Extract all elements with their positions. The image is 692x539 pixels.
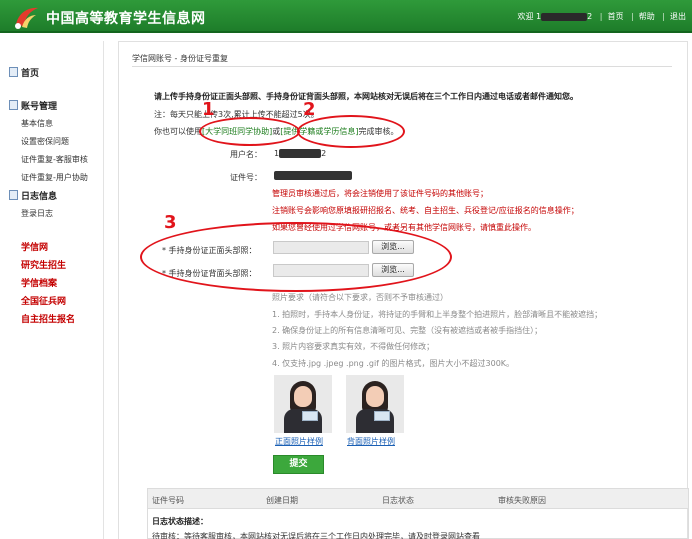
submit-button[interactable]: 提交	[273, 455, 324, 474]
sidebar-home[interactable]: 首页	[9, 66, 39, 79]
back-sample-link[interactable]: 背面照片样例	[347, 436, 395, 447]
sidebar-item-login-log[interactable]: 登录日志	[21, 208, 53, 219]
top-header: 中国高等教育学生信息网 欢迎 12 | 首页 | 帮助 | 退出	[0, 0, 692, 33]
front-sample-photo	[274, 375, 332, 433]
site-title[interactable]: 中国高等教育学生信息网	[46, 8, 206, 28]
masked-username	[541, 12, 588, 21]
front-sample-link[interactable]: 正面照片样例	[275, 436, 323, 447]
sidebar-item-security-question[interactable]: 设置密保问题	[21, 136, 69, 147]
sidebar-link-chsi[interactable]: 学信网	[21, 240, 48, 253]
sidebar-link-independent[interactable]: 自主招生报名	[21, 312, 75, 325]
sidebar-link-recruit[interactable]: 全国征兵网	[21, 294, 66, 307]
requirement-1: 1. 拍照时，手持本人身份证，将持证的手臂和上半身整个拍进照片，脸部清晰且不能被…	[272, 310, 603, 319]
username-label: 用户名：	[230, 150, 262, 159]
col-log-status: 日志状态	[382, 496, 414, 505]
back-sample-photo	[346, 375, 404, 433]
status-description: 待审核：等待客服审核，本网站核对无误后将在三个工作日内处理完毕，请及时登录网站查…	[152, 532, 480, 539]
site-logo-icon	[15, 7, 38, 29]
masked-username	[279, 149, 322, 158]
book-icon	[9, 67, 18, 77]
requirement-4: 4. 仅支持.jpg .jpeg .png .gif 的图片格式，图片大小不超过…	[272, 359, 515, 368]
log-table-header: 证件号码 创建日期 日志状态 审核失败原因	[148, 489, 688, 509]
warning-line-1: 管理员审核通过后，将会注销使用了该证件号码的其他账号；	[272, 189, 488, 198]
welcome-suffix: 2	[587, 12, 593, 21]
requirement-3: 3. 照片内容要求真实有效，不得做任何修改；	[272, 342, 435, 351]
sidebar-log-section: 日志信息	[9, 189, 57, 202]
sidebar-link-archive[interactable]: 学信档案	[21, 276, 57, 289]
annotation-number-2: 2	[303, 99, 316, 120]
nav-help-link[interactable]: 帮助	[639, 12, 655, 21]
welcome-prefix: 欢迎 1	[517, 12, 542, 21]
col-fail-reason: 审核失败原因	[498, 496, 546, 505]
username-value: 12	[274, 149, 327, 158]
annotation-ellipse-3	[140, 222, 452, 292]
annotation-number-1: 1	[202, 99, 215, 120]
nav-logout-link[interactable]: 退出	[670, 12, 686, 21]
log-table: 证件号码 创建日期 日志状态 审核失败原因 日志状态描述： 待审核：等待客服审核…	[147, 488, 689, 539]
col-id-number: 证件号码	[152, 496, 184, 505]
book-icon	[9, 190, 18, 200]
sidebar-account-section: 账号管理	[9, 99, 57, 112]
id-label: 证件号：	[230, 173, 262, 182]
id-value	[274, 171, 352, 180]
instruction-text: 请上传手持身份证正面头部照、手持身份证背面头部照，本网站核对无误后将在三个工作日…	[154, 92, 578, 101]
sidebar-link-grad-admission[interactable]: 研究生招生	[21, 258, 66, 271]
divider	[132, 66, 672, 67]
book-icon	[9, 100, 18, 110]
status-title: 日志状态描述：	[152, 517, 208, 526]
sidebar	[0, 41, 104, 539]
sidebar-item-duplicate-service[interactable]: 证件重复-客服审核	[21, 154, 88, 165]
annotation-number-3: 3	[164, 212, 177, 233]
masked-id-number	[274, 171, 352, 180]
requirement-2: 2. 确保身份证上的所有信息清晰可见、完整（没有被遮挡或者被手指挡住）；	[272, 326, 543, 335]
sidebar-item-basic-info[interactable]: 基本信息	[21, 118, 53, 129]
col-create-date: 创建日期	[266, 496, 298, 505]
nav-home-link[interactable]: 首页	[608, 12, 624, 21]
annotation-ellipse-1	[199, 117, 300, 146]
sidebar-item-duplicate-user[interactable]: 证件重复-用户协助	[21, 172, 88, 183]
user-nav: 欢迎 12 | 首页 | 帮助 | 退出	[517, 12, 686, 21]
requirements-title: 照片要求（请符合以下要求，否则不予审核通过）	[272, 293, 448, 302]
warning-line-2: 注销账号会影响您原填报研招报名、统考、自主招生、兵役登记/应征报名的信息操作；	[272, 206, 579, 215]
breadcrumb: 学信网账号 - 身份证号重复	[132, 54, 228, 63]
